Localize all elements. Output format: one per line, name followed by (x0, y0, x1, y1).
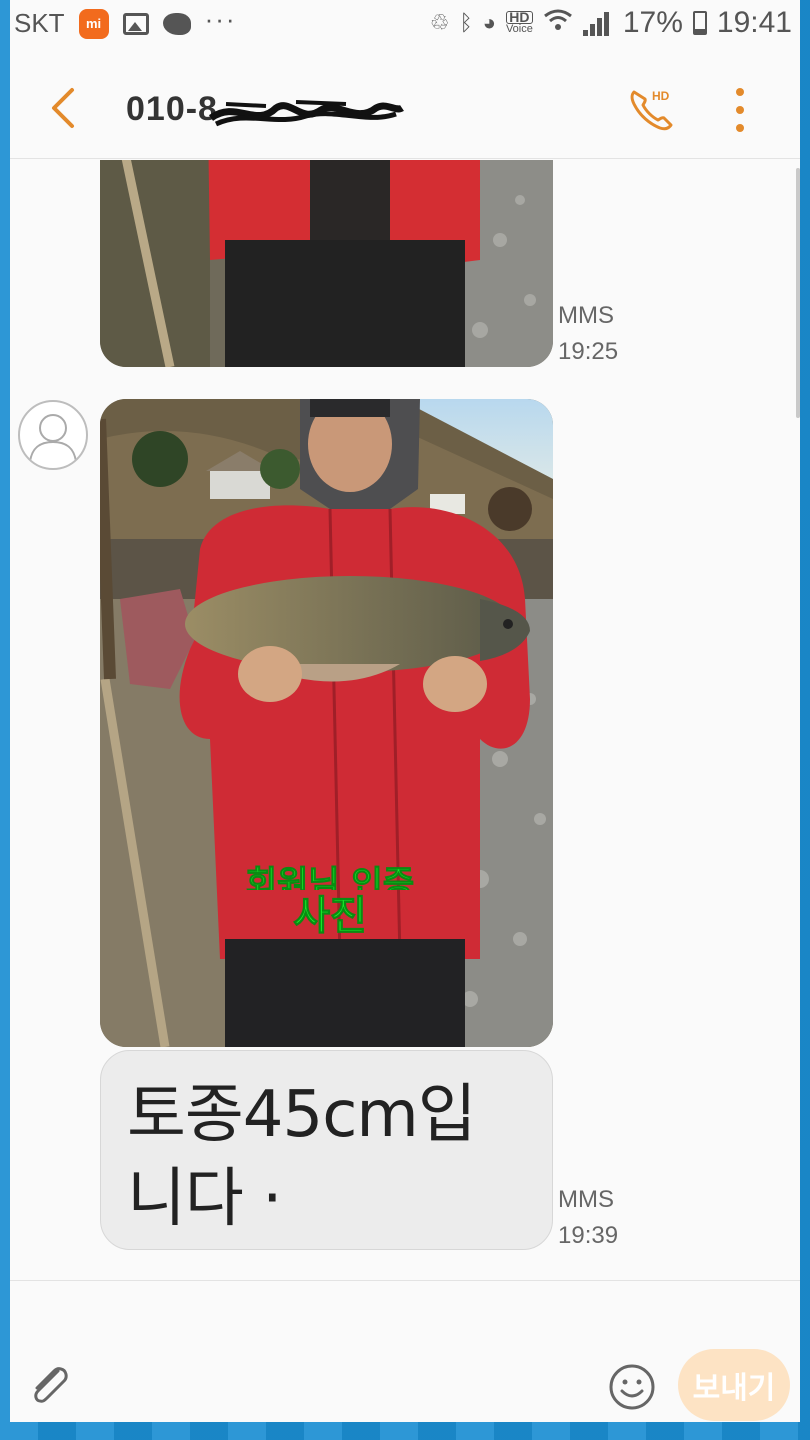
message-meta-1: MMS 19:25 (558, 298, 618, 370)
message-meta-2: MMS 19:39 (558, 1182, 618, 1254)
contact-avatar[interactable] (18, 400, 88, 470)
smiley-icon (609, 1364, 655, 1410)
send-button[interactable]: 보내기 (678, 1349, 790, 1421)
carrier-label: SKT (14, 8, 65, 38)
hd-call-button[interactable]: HD (626, 84, 678, 134)
battery-percent: 17% (622, 6, 683, 39)
watermark-line2: 사진 (293, 893, 368, 940)
battery-icon (692, 11, 707, 35)
photo-watermark: 회원님 인증 사진 (190, 864, 470, 942)
redaction-scribble (208, 100, 404, 127)
message-time: 19:39 (558, 1222, 619, 1249)
person-icon (29, 414, 77, 463)
chevron-left-icon (52, 88, 74, 128)
mi-app-icon: mi (78, 8, 109, 39)
status-bar: SKT mi ··· ♲ ᛒ ◕ HD Voice 17% 19:41 (10, 0, 800, 48)
watermark-line1: 회원님 인증 (245, 864, 415, 890)
conversation-header: 010-8 HD (10, 58, 800, 159)
attach-button[interactable] (24, 1359, 76, 1411)
clock: 19:41 (716, 6, 792, 39)
bluetooth-icon: ᛒ (459, 10, 473, 35)
compose-bar: 보내기 (10, 1280, 800, 1422)
message-text-line1: 토종45cm입 (127, 1078, 477, 1152)
phone-hd-icon: HD (630, 89, 673, 131)
alarm-icon: ◕ (482, 10, 496, 35)
wifi-icon (543, 8, 573, 38)
message-text-line2: 니다 · (127, 1162, 282, 1236)
message-type: MMS (558, 302, 614, 329)
hd-voice-icon: HD Voice (505, 9, 533, 35)
message-list[interactable]: MMS 19:25 회원님 인증 사진 토종45cm입 니다 · MMS 19:… (10, 160, 800, 1278)
signal-icon (582, 10, 613, 36)
mms-photo-1[interactable] (100, 160, 553, 367)
svg-text:HD: HD (652, 89, 670, 103)
message-bubble[interactable]: 토종45cm입 니다 · (100, 1050, 553, 1250)
back-button[interactable] (44, 86, 84, 130)
more-options-button[interactable] (726, 88, 754, 132)
message-type: MMS (558, 1186, 614, 1213)
twitter-icon (162, 12, 191, 35)
mms-photo-2[interactable] (100, 399, 553, 1047)
recycle-icon: ♲ (429, 10, 450, 35)
paperclip-icon (34, 1367, 68, 1403)
gallery-icon (122, 12, 149, 35)
emoji-button[interactable] (608, 1363, 656, 1411)
more-notifications-icon: ··· (204, 4, 237, 34)
message-time: 19:25 (558, 338, 619, 365)
scrollbar[interactable] (796, 168, 800, 418)
contact-number: 010-8 (126, 90, 218, 128)
phone-screen: SKT mi ··· ♲ ᛒ ◕ HDVoice 17% 19:41 010- (10, 0, 800, 1422)
